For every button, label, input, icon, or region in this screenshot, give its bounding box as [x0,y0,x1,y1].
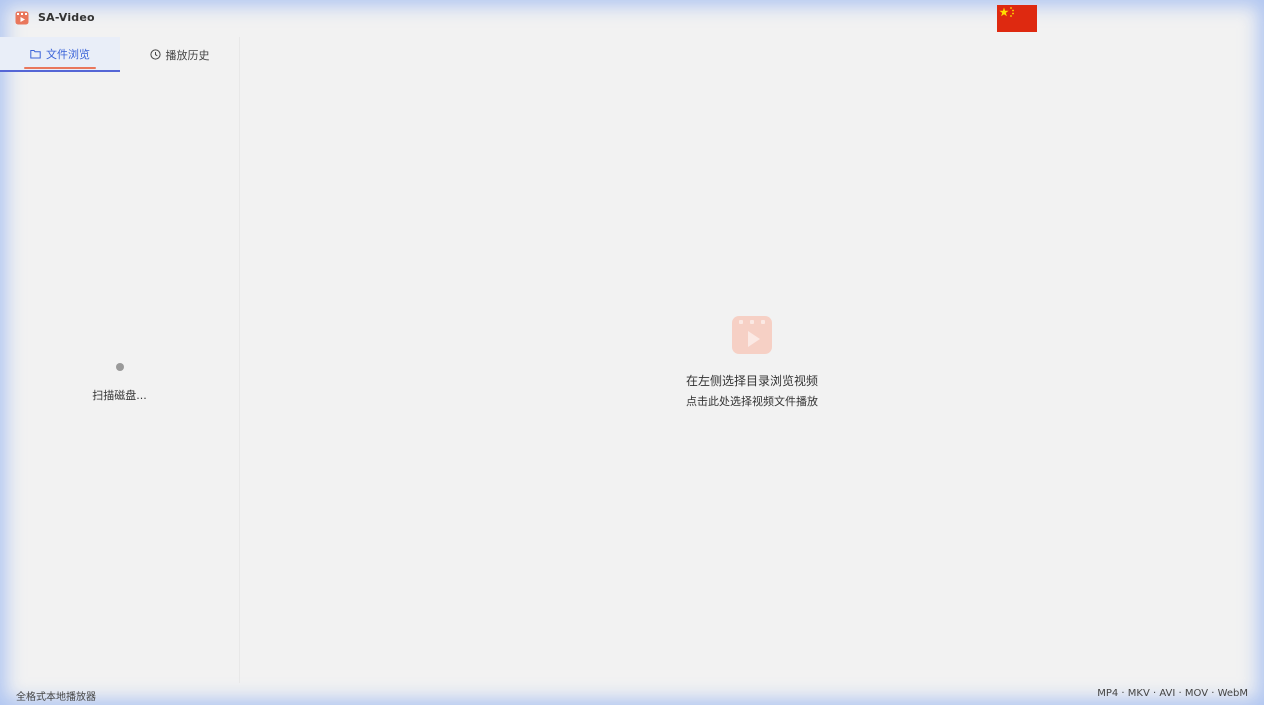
tab-play-history-label: 播放历史 [165,48,210,62]
tab-play-history[interactable]: 播放历史 [120,37,239,72]
select-file-link[interactable]: 点击此处选择视频文件播放 [240,393,1264,409]
app-title: SA-Video [38,11,95,24]
app-tagline: 全格式本地播放器 [16,692,96,703]
video-placeholder-icon[interactable] [731,315,773,355]
tab-file-browser-label: 文件浏览 [46,47,90,61]
title-bar: SA-Video [0,0,1264,37]
main-content: 在左侧选择目录浏览视频 点击此处选择视频文件播放 [240,37,1264,683]
folder-icon [30,49,41,58]
status-bar: 全格式本地播放器 MP4 · MKV · AVI · MOV · WebM [0,683,1264,705]
supported-formats: MP4 · MKV · AVI · MOV · WebM [1097,688,1248,699]
clock-icon [149,49,161,60]
tab-file-browser[interactable]: 文件浏览 [0,37,120,72]
empty-state-title: 在左侧选择目录浏览视频 [685,374,818,388]
loading-text: 扫描磁盘... [92,389,147,402]
active-tab-indicator [24,67,96,69]
china-flag-icon[interactable] [997,5,1037,32]
sidebar: 文件浏览 播放历史 扫描磁盘... [0,37,240,683]
app-window: SA-Video 文件浏览 播放历史 扫描磁盘... 在左侧选择目录浏览视频 点… [0,0,1264,705]
loading-spinner [116,363,124,371]
video-app-icon [15,11,29,25]
